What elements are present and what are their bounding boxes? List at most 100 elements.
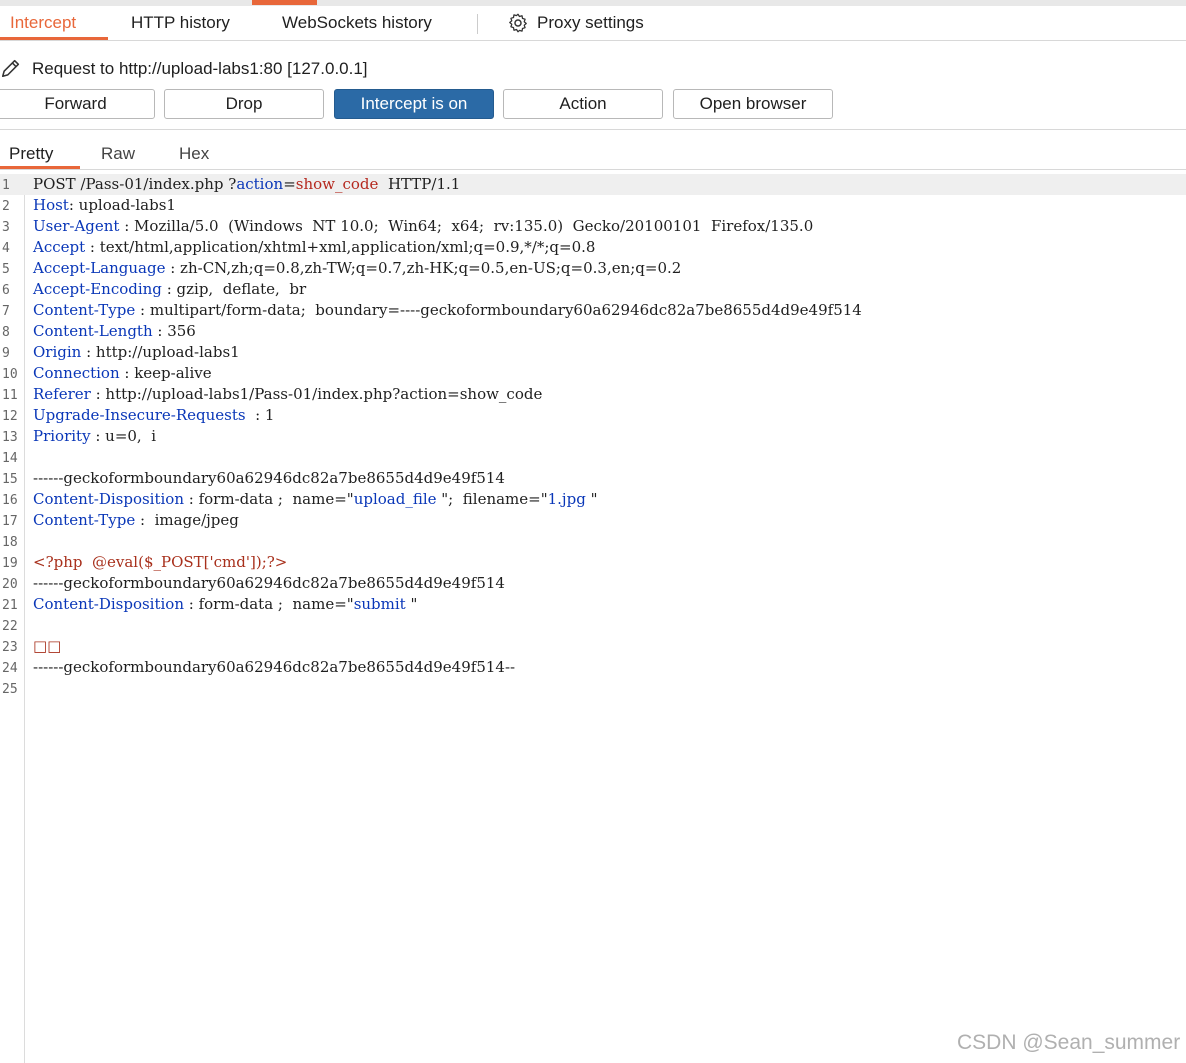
line-number: 11 — [2, 388, 18, 403]
line-number: 19 — [2, 556, 18, 571]
editor-line: 3 User-Agent : Mozilla/5.0 (Windows NT 1… — [0, 216, 1186, 237]
multipart-boundary-end: ------geckoformboundary60a62946dc82a7be8… — [33, 658, 516, 676]
editor-line: 6 Accept-Encoding : gzip, deflate, br — [0, 279, 1186, 300]
header-value: : http://upload-labs1 — [81, 343, 240, 361]
header-value: : upload-labs1 — [68, 196, 176, 214]
tab-http-history[interactable]: HTTP history — [131, 13, 230, 33]
header-name: Accept-Encoding — [33, 280, 162, 298]
header-value: : 1 — [245, 406, 275, 424]
disposition-part: " — [585, 490, 598, 508]
top-accent — [252, 0, 317, 5]
http-protocol: HTTP/1.1 — [378, 175, 461, 193]
header-name: Host — [33, 196, 69, 214]
field-name-value: submit — [353, 595, 406, 613]
proxy-tabs: Intercept HTTP history WebSockets histor… — [0, 6, 1186, 41]
line-number: 9 — [2, 346, 10, 361]
pencil-icon — [1, 59, 20, 78]
header-name: Content-Type — [33, 511, 136, 529]
http-method: POST — [33, 175, 76, 193]
editor-line: 21 Content-Disposition : form-data ; nam… — [0, 594, 1186, 615]
gear-icon[interactable] — [507, 12, 529, 34]
header-name: Connection — [33, 364, 120, 382]
header-name: Accept-Language — [33, 259, 166, 277]
header-value: : multipart/form-data; boundary=----geck… — [135, 301, 862, 319]
header-name: Content-Type — [33, 301, 136, 319]
editor-line: 7 Content-Type : multipart/form-data; bo… — [0, 300, 1186, 321]
line-number: 7 — [2, 304, 10, 319]
line-number: 12 — [2, 409, 18, 424]
disposition-part: "; filename=" — [436, 490, 548, 508]
editor-line: 23 □□ — [0, 636, 1186, 657]
header-value: : 356 — [152, 322, 196, 340]
intercept-toggle-button[interactable]: Intercept is on — [334, 89, 494, 119]
disposition-part: : form-data ; name=" — [184, 490, 354, 508]
message-view-tabs: Pretty Raw Hex — [0, 130, 1186, 170]
line-number: 8 — [2, 325, 10, 340]
line-number: 15 — [2, 472, 18, 487]
header-value: : keep-alive — [119, 364, 212, 382]
header-name: User-Agent — [33, 217, 120, 235]
header-name: Priority — [33, 427, 91, 445]
binary-content: □□ — [33, 637, 62, 655]
tab-raw[interactable]: Raw — [101, 144, 135, 164]
field-name-value: upload_file — [353, 490, 437, 508]
equals-sign: = — [283, 175, 296, 193]
editor-line: 17 Content-Type : image/jpeg — [0, 510, 1186, 531]
forward-button[interactable]: Forward — [0, 89, 155, 119]
request-target: Request to http://upload-labs1:80 [127.0… — [32, 59, 368, 78]
editor-line: 2 Host: upload-labs1 — [0, 195, 1186, 216]
action-button[interactable]: Action — [503, 89, 663, 119]
code-text: Referer : http://upload-labs1/Pass-01/in… — [33, 385, 542, 403]
line-number: 21 — [2, 598, 18, 613]
header-value: : http://upload-labs1/Pass-01/index.php?… — [90, 385, 543, 403]
editor-line: 4 Accept : text/html,application/xhtml+x… — [0, 237, 1186, 258]
line-number: 2 — [2, 199, 10, 214]
header-name: Upgrade-Insecure-Requests — [33, 406, 246, 424]
line-number: 13 — [2, 430, 18, 445]
code-text: Content-Length : 356 — [33, 322, 196, 340]
line-number: 24 — [2, 661, 18, 676]
line-number: 18 — [2, 535, 18, 550]
header-name: Accept — [33, 238, 86, 256]
tab-intercept[interactable]: Intercept — [10, 13, 76, 33]
tab-hex[interactable]: Hex — [179, 144, 209, 164]
query-param-value: show_code — [295, 175, 379, 193]
editor-line: 11 Referer : http://upload-labs1/Pass-01… — [0, 384, 1186, 405]
tab-websockets-history[interactable]: WebSockets history — [282, 13, 432, 33]
pretty-tab-indicator — [0, 166, 80, 169]
drop-button[interactable]: Drop — [164, 89, 324, 119]
line-number: 22 — [2, 619, 18, 634]
multipart-boundary: ------geckoformboundary60a62946dc82a7be8… — [33, 469, 505, 487]
header-value: : gzip, deflate, br — [161, 280, 307, 298]
multipart-boundary: ------geckoformboundary60a62946dc82a7be8… — [33, 574, 505, 592]
editor-line: 1 POST /Pass-01/index.php ?action=show_c… — [0, 174, 1186, 195]
code-text: Content-Type : image/jpeg — [33, 511, 239, 529]
line-number: 16 — [2, 493, 18, 508]
line-number: 3 — [2, 220, 10, 235]
active-tab-indicator — [0, 37, 108, 40]
line-number: 23 — [2, 640, 18, 655]
header-value: : u=0, i — [90, 427, 157, 445]
line-number: 25 — [2, 682, 18, 697]
header-name: Content-Disposition — [33, 490, 184, 508]
line-number: 4 — [2, 241, 10, 256]
header-name: Referer — [33, 385, 91, 403]
request-editor[interactable]: 1 POST /Pass-01/index.php ?action=show_c… — [0, 174, 1186, 1063]
line-number: 6 — [2, 283, 10, 298]
code-text: Content-Disposition : form-data ; name="… — [33, 595, 417, 613]
header-value: : image/jpeg — [135, 511, 239, 529]
editor-line: 12 Upgrade-Insecure-Requests : 1 — [0, 405, 1186, 426]
tab-separator — [477, 14, 478, 34]
disposition-part: : form-data ; name=" — [184, 595, 354, 613]
open-browser-button[interactable]: Open browser — [673, 89, 833, 119]
editor-line: 20 ------geckoformboundary60a62946dc82a7… — [0, 573, 1186, 594]
header-value: : zh-CN,zh;q=0.8,zh-TW;q=0.7,zh-HK;q=0.5… — [165, 259, 682, 277]
tab-proxy-settings[interactable]: Proxy settings — [537, 13, 644, 33]
editor-line: 25 — [0, 678, 1186, 699]
tab-pretty[interactable]: Pretty — [9, 144, 53, 164]
line-number: 1 — [2, 178, 10, 193]
code-text: Origin : http://upload-labs1 — [33, 343, 240, 361]
editor-line: 24 ------geckoformboundary60a62946dc82a7… — [0, 657, 1186, 678]
code-text: Connection : keep-alive — [33, 364, 212, 382]
line-number: 20 — [2, 577, 18, 592]
